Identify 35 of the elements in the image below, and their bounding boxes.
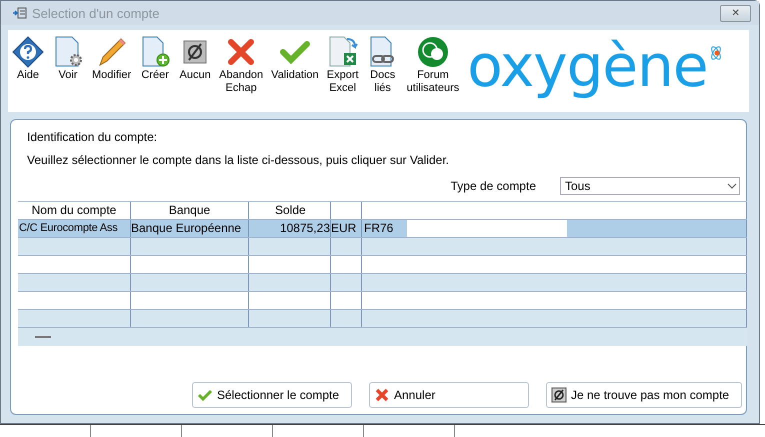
not-found-button[interactable]: Je ne trouve pas mon compte xyxy=(546,382,742,408)
instruction-text: Veuillez sélectionner le compte dans la liste ci-dessous, puis cliquer sur Valider. xyxy=(26,152,450,169)
close-button[interactable]: ✕ xyxy=(720,4,751,22)
chat-bubbles-icon xyxy=(416,36,449,68)
checkmark-icon xyxy=(197,387,213,403)
toolbar-button[interactable]: Export Excel xyxy=(322,36,363,95)
toolbar-button[interactable]: Forum utilisateurs xyxy=(402,36,464,95)
table-row[interactable]: C/C Eurocompte Ass Banque Européenne 10875,23 EUR FR76 xyxy=(18,220,747,238)
table-cell: EUR xyxy=(331,220,362,237)
table-cell: 10875,23 xyxy=(249,220,331,237)
toolbar-button[interactable]: Abandon Echap xyxy=(215,36,268,95)
table-cell: C/C Eurocompte Ass xyxy=(18,220,131,237)
select-button[interactable]: Sélectionner le compte xyxy=(192,382,352,408)
toolbar-button[interactable]: Docs liés xyxy=(362,36,403,95)
toolbar-button[interactable]: Modifier xyxy=(88,36,136,82)
toolbar-button[interactable]: Aide xyxy=(8,36,48,82)
spreadsheet-export-icon xyxy=(326,36,359,68)
toolbar-button[interactable]: Voir xyxy=(48,36,88,82)
filter-label: Type de compte xyxy=(450,179,536,193)
table-cell: FR76 xyxy=(362,220,747,237)
table-cell: Banque Européenne xyxy=(131,220,249,237)
account-type-dropdown[interactable]: Tous xyxy=(560,177,740,195)
window-title: Selection d'un compte xyxy=(32,6,161,20)
toolbar-button[interactable]: Validation xyxy=(267,36,323,82)
cancel-button[interactable]: Annuler xyxy=(369,382,529,408)
cross-icon xyxy=(374,387,390,403)
help-icon xyxy=(12,36,44,68)
chevron-down-icon xyxy=(727,183,737,189)
toolbar-button[interactable]: Créer xyxy=(135,36,176,82)
horizontal-scrollbar[interactable] xyxy=(18,328,747,346)
empty-set-icon xyxy=(551,387,567,403)
toolbar-button[interactable]: Aucun xyxy=(175,36,216,82)
logo: oxygène xyxy=(467,34,708,98)
window-icon xyxy=(13,7,27,19)
heading-text: Identification du compte: xyxy=(26,129,158,146)
